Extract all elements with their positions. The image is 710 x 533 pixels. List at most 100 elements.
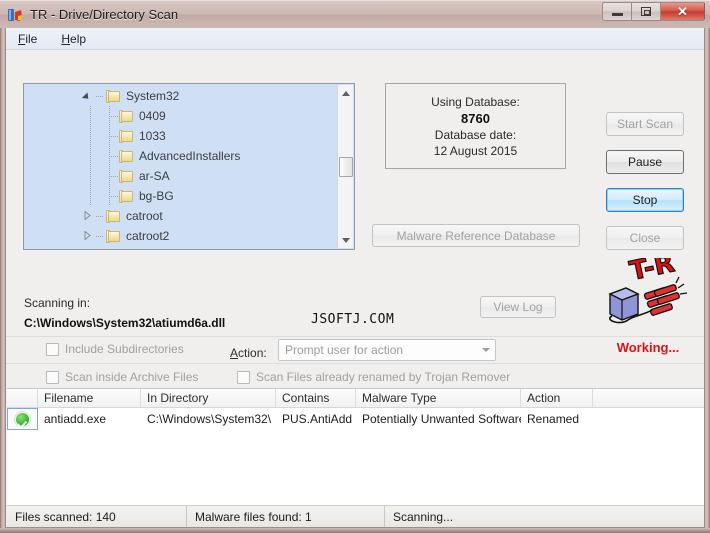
chevron-down-icon[interactable]	[477, 340, 495, 360]
menu-file[interactable]: File	[16, 30, 47, 48]
close-scan-label: Close	[629, 231, 661, 245]
include-subdirectories-checkbox[interactable]: Include Subdirectories	[46, 342, 184, 356]
cell-contains: PUS.AntiAdd	[282, 412, 353, 426]
tree-connector	[100, 166, 119, 186]
tree-connector	[96, 206, 106, 226]
tree-indent	[81, 146, 100, 166]
tree-node[interactable]: 1033	[24, 126, 336, 146]
restore-icon	[641, 7, 651, 16]
folder-icon	[119, 129, 134, 143]
tree-node[interactable]: bg-BG	[24, 186, 336, 206]
folder-icon	[119, 189, 134, 203]
status-bar: Files scanned: 140 Malware files found: …	[7, 505, 704, 527]
pause-label: Pause	[627, 155, 663, 169]
tree-scrollbar[interactable]	[337, 85, 353, 248]
scrollbar-thumb[interactable]	[339, 157, 353, 177]
using-database-label: Using Database:	[431, 94, 520, 109]
caption-buttons: ✕	[602, 2, 705, 21]
scan-inside-archives-checkbox[interactable]: Scan inside Archive Files	[46, 370, 198, 384]
tree-connector	[96, 246, 106, 249]
close-button[interactable]: ✕	[660, 2, 705, 21]
expand-collapse-icon[interactable]	[81, 206, 96, 226]
working-status-text: Working...	[616, 340, 680, 355]
column-header-contains[interactable]: Contains	[276, 389, 356, 407]
scan-renamed-checkbox[interactable]: Scan Files already renamed by Trojan Rem…	[237, 370, 510, 384]
tree-connector	[100, 146, 119, 166]
tree-node[interactable]: catroot2	[24, 226, 336, 246]
minimize-button[interactable]	[602, 2, 631, 21]
expand-collapse-icon[interactable]	[81, 246, 96, 249]
column-header-action[interactable]: Action	[521, 389, 593, 407]
view-log-button[interactable]: View Log	[480, 296, 556, 318]
tree-connector	[96, 86, 106, 106]
tree-connector	[100, 126, 119, 146]
directory-tree[interactable]: System32 0409 1033 AdvancedInstallers ar…	[23, 83, 355, 250]
tree-node[interactable]: AdvancedInstallers	[24, 146, 336, 166]
menu-bar: File Help	[6, 28, 704, 50]
scroll-down-icon[interactable]	[338, 232, 354, 248]
tree-node-label: com	[126, 249, 149, 250]
tree-node[interactable]: System32	[24, 86, 336, 106]
stop-button[interactable]: Stop	[606, 188, 684, 212]
column-header-filename[interactable]: Filename	[38, 389, 141, 407]
action-label-rest: ction:	[238, 346, 267, 360]
window-frame-bottom	[0, 528, 710, 533]
database-info-panel: Using Database: 8760 Database date: 12 A…	[385, 83, 566, 169]
tree-node[interactable]: ar-SA	[24, 166, 336, 186]
divider-middle	[6, 363, 704, 364]
tree-node-label: catroot2	[126, 229, 170, 243]
trojan-remover-icon	[7, 7, 23, 23]
action-selected-value: Prompt user for action	[285, 343, 404, 357]
cell-malware-type: Potentially Unwanted Software	[362, 412, 521, 426]
tree-node-label: AdvancedInstallers	[139, 149, 241, 163]
action-dropdown[interactable]: Prompt user for action	[278, 339, 496, 361]
menu-help-label: elp	[70, 31, 87, 46]
status-files-scanned: Files scanned: 140	[7, 506, 187, 527]
tree-node[interactable]: 0409	[24, 106, 336, 126]
expand-collapse-icon[interactable]	[81, 226, 96, 246]
divider-top	[6, 336, 704, 337]
column-header-directory[interactable]: In Directory	[141, 389, 276, 407]
results-list[interactable]: Filename In Directory Contains Malware T…	[7, 388, 704, 507]
row-status-cell[interactable]	[7, 408, 38, 430]
maximize-restore-button[interactable]	[631, 2, 660, 21]
action-label: Action:	[230, 346, 267, 360]
column-header-malware-type[interactable]: Malware Type	[356, 389, 521, 407]
column-header-status[interactable]	[7, 389, 38, 407]
pause-button[interactable]: Pause	[606, 150, 684, 174]
directory-tree-nodes: System32 0409 1033 AdvancedInstallers ar…	[24, 86, 336, 249]
tree-node-label: 0409	[139, 109, 166, 123]
site-watermark: JSOFTJ.COM	[311, 312, 395, 327]
tree-node[interactable]: com	[24, 246, 336, 250]
folder-icon	[106, 209, 121, 223]
menu-file-label: ile	[25, 31, 38, 46]
menu-help[interactable]: Help	[59, 30, 96, 48]
table-row[interactable]: antiadd.exe C:\Windows\System32\ PUS.Ant…	[7, 408, 704, 430]
malware-reference-database-button[interactable]: Malware Reference Database	[372, 224, 580, 247]
tree-indent	[81, 126, 100, 146]
cell-filename: antiadd.exe	[44, 412, 107, 426]
stop-label: Stop	[632, 193, 658, 207]
folder-icon	[119, 109, 134, 123]
tree-node[interactable]: catroot	[24, 206, 336, 226]
start-scan-button[interactable]: Start Scan	[606, 112, 684, 136]
application-window: TR - Drive/Directory Scan ✕ File Help Sy…	[0, 0, 710, 533]
expand-collapse-icon[interactable]	[81, 86, 96, 106]
cell-directory: C:\Windows\System32\	[147, 412, 272, 426]
scroll-up-icon[interactable]	[338, 85, 354, 101]
close-scan-button[interactable]: Close	[606, 226, 684, 250]
